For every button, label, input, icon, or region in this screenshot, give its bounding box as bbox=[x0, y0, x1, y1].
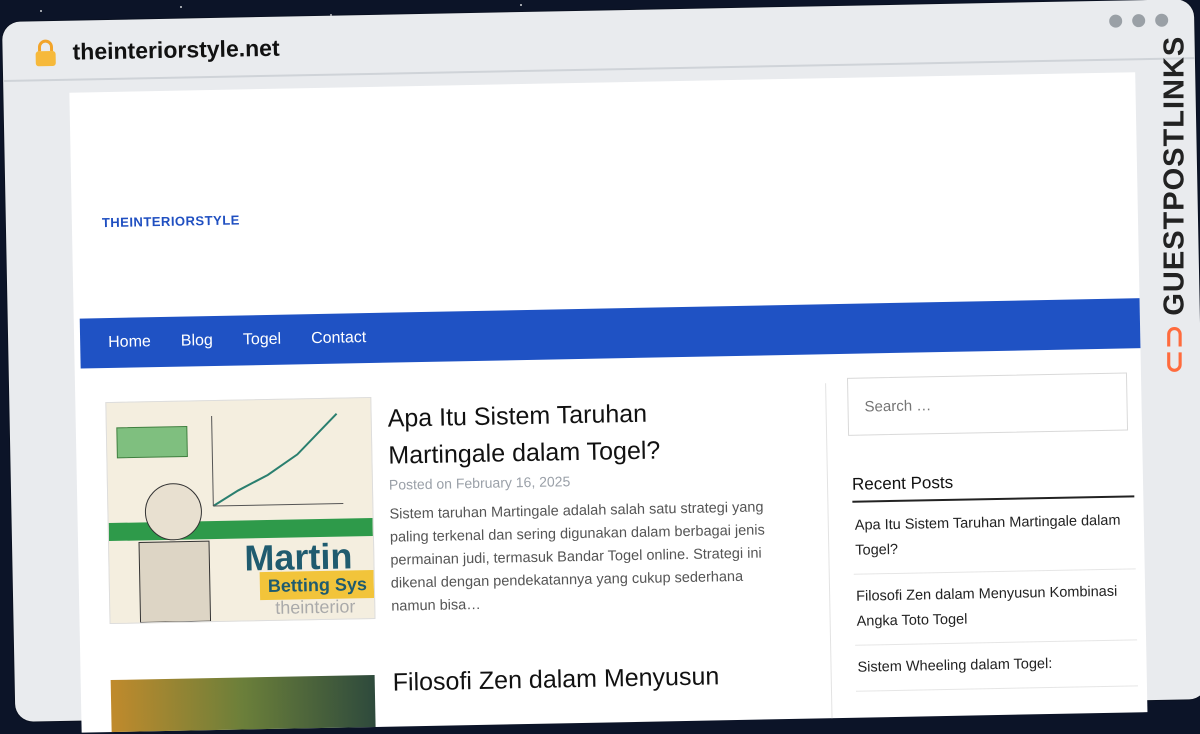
watermark-text: GUESTPOSTLINKS bbox=[1158, 35, 1191, 316]
recent-posts-title: Recent Posts bbox=[851, 469, 1135, 503]
post-title[interactable]: Filosofi Zen dalam Menyusun bbox=[392, 662, 719, 697]
post-card: Filosofi Zen dalam Menyusun bbox=[110, 661, 792, 733]
address-domain[interactable]: theinteriorstyle.net bbox=[72, 35, 280, 66]
recent-post-link[interactable]: Sistem Wheeling dalam Togel: bbox=[855, 650, 1138, 692]
web-page: THEINTERIORSTYLE Home Blog Togel Contact bbox=[69, 72, 1148, 733]
thumb-watermark-text: theinterior bbox=[275, 596, 355, 618]
nav-blog[interactable]: Blog bbox=[177, 332, 217, 351]
post-title[interactable]: Apa Itu Sistem Taruhan Martingale dalam … bbox=[387, 393, 768, 474]
recent-posts-list: Apa Itu Sistem Taruhan Martingale dalam … bbox=[852, 508, 1139, 701]
post-thumbnail[interactable]: Martin Betting Sys theinterior bbox=[105, 396, 376, 625]
window-dot-3[interactable] bbox=[1155, 13, 1169, 27]
recent-post-link[interactable]: Apa Itu Sistem Taruhan Martingale dalam … bbox=[852, 508, 1136, 575]
recent-post-link[interactable]: Filosofi Zen dalam Menyusun Kombinasi An… bbox=[853, 579, 1138, 646]
thumb-sub-text: Betting Sys bbox=[268, 574, 367, 596]
window-dot-1[interactable] bbox=[1109, 14, 1123, 28]
column-divider bbox=[825, 383, 833, 724]
post-date[interactable]: Posted on February 16, 2025 bbox=[389, 473, 571, 492]
main-nav: Home Blog Togel Contact bbox=[79, 298, 1148, 369]
thumb-big-text: Martin bbox=[244, 535, 353, 578]
chain-link-icon: ⊂⊃ bbox=[1158, 323, 1191, 375]
search-input[interactable] bbox=[846, 372, 1129, 436]
thumbnail-illustration: Martin Betting Sys theinterior bbox=[106, 397, 375, 624]
guestpostlinks-watermark: ⊂⊃ GUESTPOSTLINKS bbox=[1154, 36, 1194, 374]
nav-contact[interactable]: Contact bbox=[307, 329, 370, 348]
post-thumbnail[interactable] bbox=[110, 674, 376, 733]
browser-window: theinteriorstyle.net THEINTERIORSTYLE Ho… bbox=[2, 0, 1200, 733]
window-controls bbox=[1109, 13, 1169, 28]
site-title[interactable]: THEINTERIORSTYLE bbox=[102, 212, 240, 230]
lock-icon bbox=[35, 39, 56, 67]
window-dot-2[interactable] bbox=[1132, 14, 1146, 28]
nav-togel[interactable]: Togel bbox=[239, 331, 286, 350]
post-card: Martin Betting Sys theinterior Apa Itu S… bbox=[105, 389, 789, 632]
post-excerpt: Sistem taruhan Martingale adalah salah s… bbox=[389, 499, 765, 615]
nav-home[interactable]: Home bbox=[104, 333, 155, 352]
